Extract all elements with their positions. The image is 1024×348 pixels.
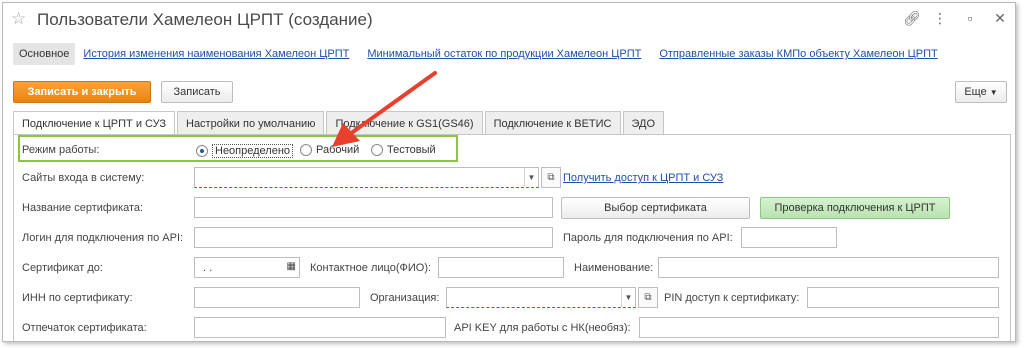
nav-link-sent-orders[interactable]: Отправленные заказы КМПо объекту Хамелео…	[659, 48, 937, 60]
nav-link-name-history[interactable]: История изменения наименования Хамелеон …	[83, 48, 349, 60]
contact-input[interactable]	[438, 257, 564, 278]
tab-strip: Подключение к ЦРПТ и СУЗ Настройки по ум…	[13, 111, 666, 136]
open-icon[interactable]: ⧉	[638, 287, 658, 308]
sites-select[interactable]: ▼	[194, 167, 539, 188]
tab-crpt-suz[interactable]: Подключение к ЦРПТ и СУЗ	[13, 111, 175, 136]
api-key-input[interactable]	[639, 317, 999, 338]
title-bar-actions: 🔗︎ ⋮ ▫ ✕	[903, 10, 1007, 27]
pin-label: PIN доступ к сертификату:	[664, 292, 800, 304]
mode-radio-test[interactable]: Тестовый	[371, 144, 436, 156]
sites-label: Сайты входа в систему:	[22, 172, 145, 184]
command-bar: Записать и закрыть Записать Еще ▼	[13, 81, 1007, 105]
chevron-down-icon[interactable]: ▼	[524, 168, 538, 187]
radio-selected-icon	[196, 145, 208, 157]
tab-panel-crpt-suz: Режим работы: Неопределено Рабочий Тесто…	[13, 134, 1011, 341]
title-bar: ☆ Пользователи Хамелеон ЦРПТ (создание) …	[3, 3, 1015, 37]
link-icon[interactable]: 🔗︎	[903, 10, 921, 27]
form-nav-panel: Основное История изменения наименования …	[13, 41, 956, 67]
chevron-down-icon[interactable]: ▼	[621, 288, 635, 307]
api-key-label: API KEY для работы с НК(необяз):	[454, 322, 631, 334]
form-window: ☆ Пользователи Хамелеон ЦРПТ (создание) …	[2, 2, 1016, 342]
pin-input[interactable]	[807, 287, 999, 308]
check-connection-button[interactable]: Проверка подключения к ЦРПТ	[760, 197, 950, 219]
inn-label: ИНН по сертификату:	[22, 292, 133, 304]
tab-defaults[interactable]: Настройки по умолчанию	[177, 111, 325, 135]
mode-option-label: Неопределено	[212, 144, 294, 158]
nav-link-min-stock[interactable]: Минимальный остаток по продукции Хамелео…	[367, 48, 641, 60]
api-login-input[interactable]	[194, 227, 553, 248]
api-password-input[interactable]	[741, 227, 837, 248]
api-password-label: Пароль для подключения по API:	[563, 232, 733, 244]
date-value: . .	[203, 262, 213, 274]
name-input[interactable]	[658, 257, 999, 278]
tab-vetis[interactable]: Подключение к ВЕТИС	[484, 111, 621, 135]
favorite-star-icon[interactable]: ☆	[11, 9, 26, 29]
thumbprint-input[interactable]	[194, 317, 446, 338]
calendar-icon[interactable]: ▦	[287, 261, 296, 272]
more-label: Еще	[964, 86, 987, 98]
choose-cert-button[interactable]: Выбор сертификата	[561, 197, 750, 219]
radio-empty-icon	[371, 144, 383, 156]
more-button[interactable]: Еще ▼	[955, 81, 1007, 103]
name-label: Наименование:	[574, 262, 654, 274]
nav-main[interactable]: Основное	[13, 43, 76, 65]
inn-input[interactable]	[194, 287, 360, 308]
mode-radio-undefined[interactable]: Неопределено	[196, 144, 294, 158]
save-button[interactable]: Записать	[161, 81, 233, 103]
chevron-down-icon: ▼	[989, 87, 998, 97]
cert-name-label: Название сертификата:	[22, 202, 144, 214]
open-icon[interactable]: ⧉	[541, 167, 561, 188]
cert-until-input[interactable]: . . ▦	[194, 257, 300, 278]
contact-label: Контактное лицо(ФИО):	[310, 262, 432, 274]
tab-gs1[interactable]: Подключение к GS1(GS46)	[326, 111, 483, 135]
window-title: Пользователи Хамелеон ЦРПТ (создание)	[37, 10, 373, 29]
api-login-label: Логин для подключения по API:	[22, 232, 184, 244]
minimize-icon[interactable]: ▫	[963, 10, 977, 27]
mode-label: Режим работы:	[22, 144, 100, 156]
mode-radio-working[interactable]: Рабочий	[300, 144, 359, 156]
mode-option-label: Рабочий	[316, 144, 360, 156]
cert-until-label: Сертификат до:	[22, 262, 103, 274]
radio-empty-icon	[300, 144, 312, 156]
close-icon[interactable]: ✕	[993, 10, 1007, 27]
tab-edo[interactable]: ЭДО	[622, 111, 665, 135]
thumbprint-label: Отпечаток сертификата:	[22, 322, 147, 334]
get-access-link[interactable]: Получить доступ к ЦРПТ и СУЗ	[563, 172, 723, 184]
org-label: Организация:	[370, 292, 440, 304]
save-and-close-button[interactable]: Записать и закрыть	[13, 81, 151, 103]
more-vertical-icon[interactable]: ⋮	[933, 10, 947, 27]
cert-name-input[interactable]	[194, 197, 553, 218]
mode-option-label: Тестовый	[387, 144, 436, 156]
org-select[interactable]: ▼	[446, 287, 636, 308]
